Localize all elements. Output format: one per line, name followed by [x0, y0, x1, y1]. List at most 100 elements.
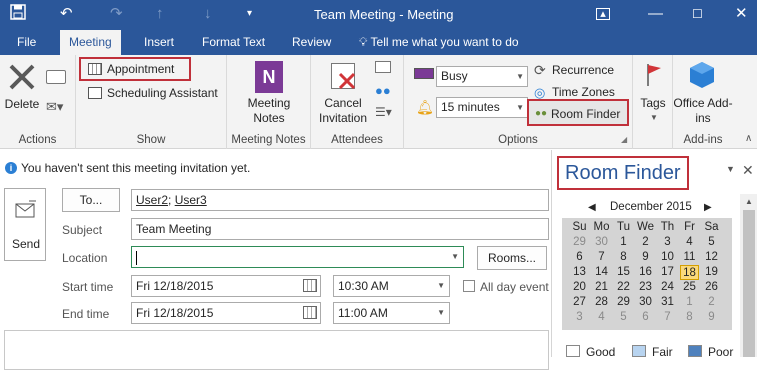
- calendar-day[interactable]: 18: [680, 265, 699, 280]
- calendar-day[interactable]: 4: [680, 235, 699, 250]
- calendar-day[interactable]: 3: [658, 235, 677, 250]
- undo-icon[interactable]: ↶: [60, 4, 73, 24]
- calendar-day[interactable]: 25: [680, 280, 699, 295]
- office-addins-button[interactable]: Office Add-ins: [673, 96, 733, 126]
- minimize-button[interactable]: —: [648, 4, 663, 24]
- calendar-day[interactable]: 24: [658, 280, 677, 295]
- scheduling-assistant-button[interactable]: Scheduling Assistant: [107, 86, 218, 100]
- close-button[interactable]: ✕: [735, 4, 748, 24]
- tab-format-text[interactable]: Format Text: [193, 30, 274, 55]
- calendar-day[interactable]: 23: [636, 280, 655, 295]
- calendar-picker-icon[interactable]: [303, 306, 317, 319]
- calendar-day[interactable]: 7: [592, 250, 611, 265]
- end-time-field[interactable]: 11:00 AM ▼: [333, 302, 450, 324]
- calendar-day[interactable]: 27: [570, 295, 589, 310]
- meeting-notes-button[interactable]: Meeting Notes: [231, 96, 307, 126]
- calendar-day[interactable]: 8: [680, 310, 699, 325]
- calendar-day[interactable]: 2: [702, 295, 721, 310]
- up-arrow-icon[interactable]: ↑: [156, 4, 164, 24]
- maximize-button[interactable]: ☐: [692, 4, 703, 24]
- recurrence-button[interactable]: Recurrence: [552, 63, 614, 77]
- calendar-day[interactable]: 9: [702, 310, 721, 325]
- tab-meeting[interactable]: Meeting: [60, 30, 121, 55]
- calendar-day[interactable]: 16: [636, 265, 655, 280]
- send-button[interactable]: Send: [4, 188, 46, 261]
- calendar-day[interactable]: 8: [614, 250, 633, 265]
- tell-me-search[interactable]: 💡︎ Tell me what you want to do: [350, 30, 528, 55]
- collapse-ribbon-icon[interactable]: ∧: [745, 133, 752, 144]
- location-field[interactable]: ▼: [131, 246, 464, 268]
- cancel-invitation-button[interactable]: Cancel Invitation: [313, 96, 373, 126]
- save-icon[interactable]: [10, 4, 26, 26]
- calendar-day[interactable]: 30: [636, 295, 655, 310]
- more-actions-icon[interactable]: ✉▾: [46, 99, 63, 115]
- calendar-day[interactable]: 28: [592, 295, 611, 310]
- calendar-day[interactable]: 7: [658, 310, 677, 325]
- options-launcher-icon[interactable]: ◢: [621, 135, 627, 144]
- subject-field[interactable]: Team Meeting: [131, 218, 549, 240]
- reply-icon[interactable]: [46, 70, 66, 84]
- calendar-day[interactable]: 11: [680, 250, 699, 265]
- prev-month-icon[interactable]: ◀: [588, 202, 596, 213]
- calendar-day[interactable]: 6: [636, 310, 655, 325]
- scroll-up-icon[interactable]: ▲: [745, 197, 753, 206]
- rooms-button[interactable]: Rooms...: [477, 246, 547, 270]
- calendar-day[interactable]: 6: [570, 250, 589, 265]
- scrollbar-thumb[interactable]: [743, 210, 755, 357]
- next-month-icon[interactable]: ▶: [704, 202, 712, 213]
- calendar-day[interactable]: 29: [614, 295, 633, 310]
- room-finder-button[interactable]: Room Finder: [551, 107, 620, 121]
- appointment-button[interactable]: Appointment: [107, 62, 174, 76]
- to-button[interactable]: To...: [62, 188, 120, 212]
- tab-insert[interactable]: Insert: [135, 30, 183, 55]
- calendar-day[interactable]: 1: [680, 295, 699, 310]
- calendar-day[interactable]: 26: [702, 280, 721, 295]
- start-date-field[interactable]: Fri 12/18/2015: [131, 275, 321, 297]
- calendar-day[interactable]: 10: [658, 250, 677, 265]
- time-zones-button[interactable]: Time Zones: [552, 85, 615, 99]
- message-body[interactable]: [4, 330, 549, 370]
- calendar-day[interactable]: 30: [592, 235, 611, 250]
- calendar-picker-icon[interactable]: [303, 279, 317, 292]
- customize-qat-icon[interactable]: ▾: [247, 4, 252, 24]
- calendar-day[interactable]: 15: [614, 265, 633, 280]
- calendar-day[interactable]: 2: [636, 235, 655, 250]
- show-as-dropdown[interactable]: Busy ▼: [436, 66, 528, 87]
- calendar-day[interactable]: 20: [570, 280, 589, 295]
- reminder-dropdown[interactable]: 15 minutes ▼: [436, 97, 528, 118]
- calendar-day[interactable]: 29: [570, 235, 589, 250]
- calendar-day[interactable]: 4: [592, 310, 611, 325]
- calendar-day[interactable]: 14: [592, 265, 611, 280]
- close-pane-icon[interactable]: ✕: [742, 162, 754, 179]
- calendar-day[interactable]: 1: [614, 235, 633, 250]
- recipient-user3[interactable]: User3: [175, 193, 207, 207]
- ribbon-display-icon[interactable]: ▴: [596, 8, 610, 20]
- calendar-day[interactable]: 5: [614, 310, 633, 325]
- calendar-day[interactable]: 9: [636, 250, 655, 265]
- calendar-day[interactable]: 19: [702, 265, 721, 280]
- redo-icon[interactable]: ↷: [110, 4, 123, 24]
- to-field[interactable]: User2; User3: [131, 189, 549, 211]
- calendar-day[interactable]: 12: [702, 250, 721, 265]
- calendar-day[interactable]: 5: [702, 235, 721, 250]
- delete-icon[interactable]: [8, 63, 36, 94]
- pane-menu-icon[interactable]: ▼: [726, 164, 735, 174]
- calendar-day[interactable]: 13: [570, 265, 589, 280]
- delete-button[interactable]: Delete: [2, 97, 42, 112]
- calendar-day[interactable]: 31: [658, 295, 677, 310]
- calendar-day[interactable]: 3: [570, 310, 589, 325]
- down-arrow-icon[interactable]: ↓: [204, 4, 212, 24]
- address-book-icon[interactable]: [375, 61, 391, 73]
- pane-scrollbar[interactable]: ▲: [740, 194, 757, 357]
- response-options-icon[interactable]: ☰▾: [375, 105, 392, 119]
- calendar-day[interactable]: 21: [592, 280, 611, 295]
- tab-file[interactable]: File: [8, 30, 45, 55]
- calendar-day[interactable]: 22: [614, 280, 633, 295]
- tab-review[interactable]: Review: [283, 30, 340, 55]
- tags-button[interactable]: Tags: [633, 96, 673, 111]
- calendar-day[interactable]: 17: [658, 265, 677, 280]
- start-time-field[interactable]: 10:30 AM ▼: [333, 275, 450, 297]
- attendees-icon[interactable]: ●●: [375, 83, 391, 98]
- recipient-user2[interactable]: User2: [136, 193, 168, 207]
- all-day-checkbox[interactable]: [463, 280, 475, 292]
